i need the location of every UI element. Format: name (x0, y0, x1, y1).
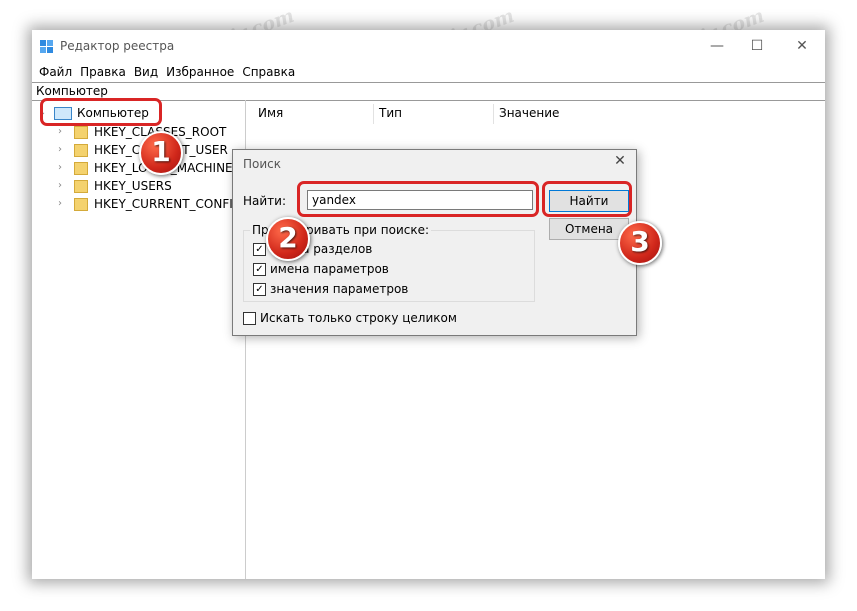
chevron-right-icon[interactable]: › (58, 199, 68, 209)
highlight-computer-node (40, 98, 162, 126)
address-path: Компьютер (36, 84, 108, 98)
menu-file[interactable]: Файл (35, 63, 76, 81)
option-value-data[interactable]: ✓ значения параметров (253, 281, 408, 297)
registry-tree: ⌄ Компьютер › HKEY_CLASSES_ROOT › HKEY_C… (32, 100, 246, 579)
option-value-names[interactable]: ✓ имена параметров (253, 261, 389, 277)
folder-icon (74, 125, 88, 139)
tree-item-hku[interactable]: › HKEY_USERS (58, 177, 172, 195)
menu-bar: Файл Правка Вид Избранное Справка (32, 63, 825, 81)
option-label: имена параметров (270, 262, 389, 276)
checkbox-unchecked-icon[interactable] (243, 311, 256, 325)
menu-view[interactable]: Вид (130, 63, 162, 81)
find-label: Найти: (243, 194, 287, 208)
column-divider[interactable] (373, 104, 374, 124)
checkbox-checked-icon[interactable]: ✓ (253, 282, 266, 296)
highlight-find-next-button (542, 181, 632, 217)
column-header-type[interactable]: Тип (379, 106, 402, 120)
close-button[interactable]: ✕ (787, 36, 817, 56)
folder-icon (74, 161, 88, 175)
checkbox-checked-icon[interactable]: ✓ (253, 262, 266, 276)
dialog-close-button[interactable]: ✕ (610, 153, 630, 169)
column-header-name[interactable]: Имя (258, 106, 283, 120)
tree-item-hkcc[interactable]: › HKEY_CURRENT_CONFIG (58, 195, 242, 213)
folder-icon (74, 179, 88, 193)
minimize-button[interactable]: — (702, 36, 732, 56)
checkbox-checked-icon[interactable]: ✓ (253, 242, 266, 256)
highlight-find-input (297, 181, 539, 217)
chevron-right-icon[interactable]: › (58, 145, 68, 155)
dialog-title: Поиск (243, 157, 282, 171)
callout-badge-1: 1 (139, 131, 183, 175)
registry-editor-icon (40, 40, 53, 53)
folder-icon (74, 197, 88, 211)
chevron-right-icon[interactable]: › (58, 163, 68, 173)
window-title: Редактор реестра (60, 39, 175, 53)
tree-item-label: HKEY_CURRENT_CONFIG (94, 197, 243, 211)
cancel-button[interactable]: Отмена (549, 218, 629, 240)
callout-badge-3: 3 (618, 221, 662, 265)
menu-favorites[interactable]: Избранное (162, 63, 238, 81)
menu-edit[interactable]: Правка (76, 63, 130, 81)
title-bar[interactable]: Редактор реестра — ☐ ✕ (32, 30, 825, 62)
tree-item-label: HKEY_USERS (94, 179, 172, 193)
chevron-right-icon[interactable]: › (58, 181, 68, 191)
column-divider[interactable] (493, 104, 494, 124)
maximize-button[interactable]: ☐ (742, 36, 772, 56)
column-header-value[interactable]: Значение (499, 106, 559, 120)
folder-icon (74, 143, 88, 157)
chevron-right-icon[interactable]: › (58, 127, 68, 137)
menu-help[interactable]: Справка (238, 63, 299, 81)
option-label: Искать только строку целиком (260, 311, 457, 325)
callout-badge-2: 2 (266, 217, 310, 261)
option-whole-string[interactable]: Искать только строку целиком (243, 310, 457, 326)
option-label: значения параметров (270, 282, 409, 296)
